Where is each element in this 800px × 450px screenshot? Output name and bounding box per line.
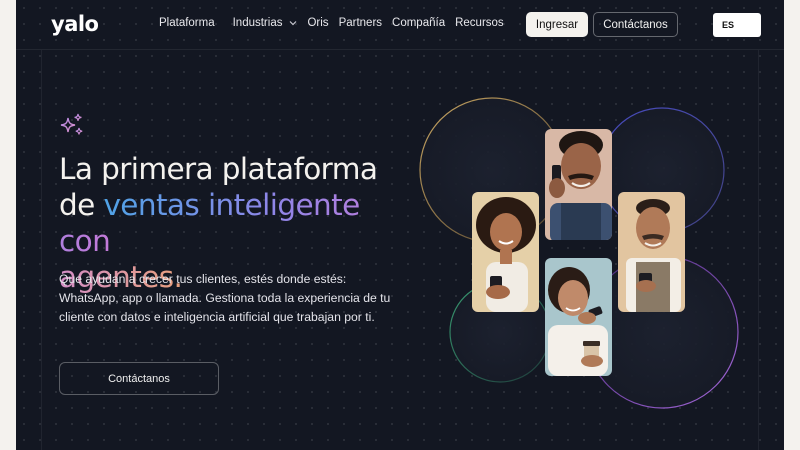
man-mustache-phone-call-photo bbox=[545, 129, 612, 240]
login-button[interactable]: Ingresar bbox=[526, 12, 588, 37]
man-apron-phone-photo: OS bbox=[618, 192, 685, 312]
main-menu: Plataforma Industrias Oris Partners Comp… bbox=[159, 17, 522, 29]
nav-item-recursos[interactable]: Recursos bbox=[455, 17, 504, 29]
chevron-down-icon bbox=[289, 17, 297, 29]
guide-line bbox=[758, 50, 759, 450]
nav-item-oris[interactable]: Oris bbox=[307, 17, 328, 29]
svg-text:OS: OS bbox=[639, 281, 652, 290]
headline-gradient-text: ventas inteligente con bbox=[59, 188, 360, 258]
headline-line-1: La primera plataforma bbox=[59, 152, 378, 186]
sparkle-icon bbox=[58, 113, 86, 144]
nav-item-plataforma[interactable]: Plataforma bbox=[159, 17, 215, 29]
top-navigation: yalo Plataforma Industrias Oris Partners… bbox=[16, 0, 784, 50]
yalo-logo[interactable]: yalo bbox=[51, 12, 99, 36]
woman-coffee-phone-photo bbox=[545, 258, 612, 376]
nav-item-industrias[interactable]: Industrias bbox=[233, 17, 298, 29]
decorative-ring-violet bbox=[585, 255, 739, 409]
nav-item-partners[interactable]: Partners bbox=[339, 17, 382, 29]
woman-curly-hair-phone-photo bbox=[472, 192, 539, 312]
contact-button-nav[interactable]: Contáctanos bbox=[593, 12, 678, 37]
headline-prefix: de bbox=[59, 188, 104, 222]
language-selector[interactable]: ES bbox=[713, 13, 761, 37]
nav-item-label: Industrias bbox=[232, 17, 283, 29]
decorative-ring-green bbox=[449, 281, 551, 383]
guide-line bbox=[41, 50, 42, 450]
hero-contact-button[interactable]: Contáctanos bbox=[59, 362, 219, 395]
decorative-ring-gold bbox=[419, 97, 565, 243]
decorative-ring-indigo bbox=[599, 107, 725, 233]
page-frame: yalo Plataforma Industrias Oris Partners… bbox=[16, 0, 784, 450]
nav-item-compania[interactable]: Compañía bbox=[392, 17, 445, 29]
hero-description: Que ayudan a crecer tus clientes, estés … bbox=[59, 272, 391, 324]
